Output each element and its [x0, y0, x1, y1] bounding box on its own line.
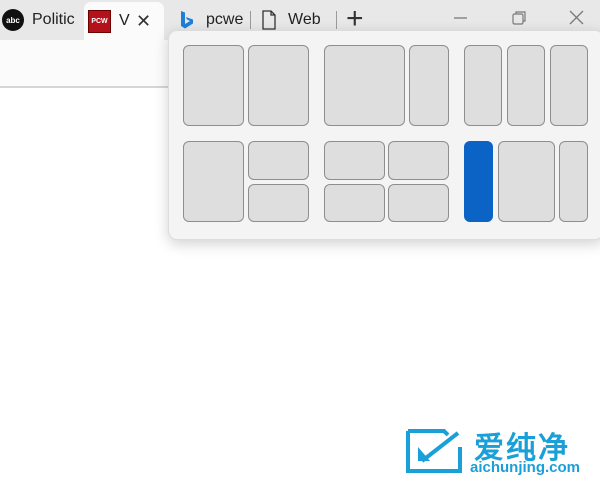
snap-zone[interactable] — [248, 141, 309, 180]
tab-politics[interactable]: abc Politic — [2, 4, 80, 36]
bing-icon — [176, 9, 198, 31]
snap-zone[interactable] — [464, 45, 502, 126]
snap-zone[interactable] — [183, 141, 244, 222]
snap-zone[interactable] — [183, 45, 244, 126]
close-window-button[interactable] — [566, 8, 588, 28]
pcworld-favicon-icon: PCW — [88, 9, 111, 33]
snap-zone[interactable] — [324, 184, 385, 222]
snap-zone-selected[interactable] — [464, 141, 493, 222]
snap-zone[interactable] — [498, 141, 555, 222]
watermark-logo-icon — [404, 427, 464, 475]
page-icon — [258, 9, 280, 31]
snap-zone[interactable] — [388, 184, 449, 222]
tab-separator — [250, 11, 251, 29]
tab-separator — [336, 11, 337, 29]
snap-zone[interactable] — [409, 45, 449, 126]
snap-zone[interactable] — [559, 141, 588, 222]
close-tab-icon[interactable]: ✕ — [136, 12, 151, 30]
tab-label: pcwel — [206, 11, 244, 28]
tab-label: Politic — [32, 11, 75, 28]
restore-button[interactable] — [508, 8, 530, 28]
tab-label: Web — [288, 11, 321, 28]
watermark: 爱纯净 aichunjing.com — [404, 423, 600, 479]
snap-zone[interactable] — [388, 141, 449, 180]
minimize-button[interactable] — [450, 8, 472, 28]
snap-zone[interactable] — [507, 45, 545, 126]
snap-zone[interactable] — [550, 45, 588, 126]
snap-zone[interactable] — [324, 141, 385, 180]
snap-zone[interactable] — [324, 45, 405, 126]
tab-label: V — [119, 12, 130, 29]
snap-zone[interactable] — [248, 45, 309, 126]
snap-zone[interactable] — [248, 184, 309, 222]
tab-pcworld[interactable]: PCW V ✕ — [84, 2, 164, 40]
snap-layouts-flyout — [168, 30, 600, 240]
abc-favicon-icon: abc — [2, 9, 24, 31]
watermark-url: aichunjing.com — [470, 459, 581, 476]
